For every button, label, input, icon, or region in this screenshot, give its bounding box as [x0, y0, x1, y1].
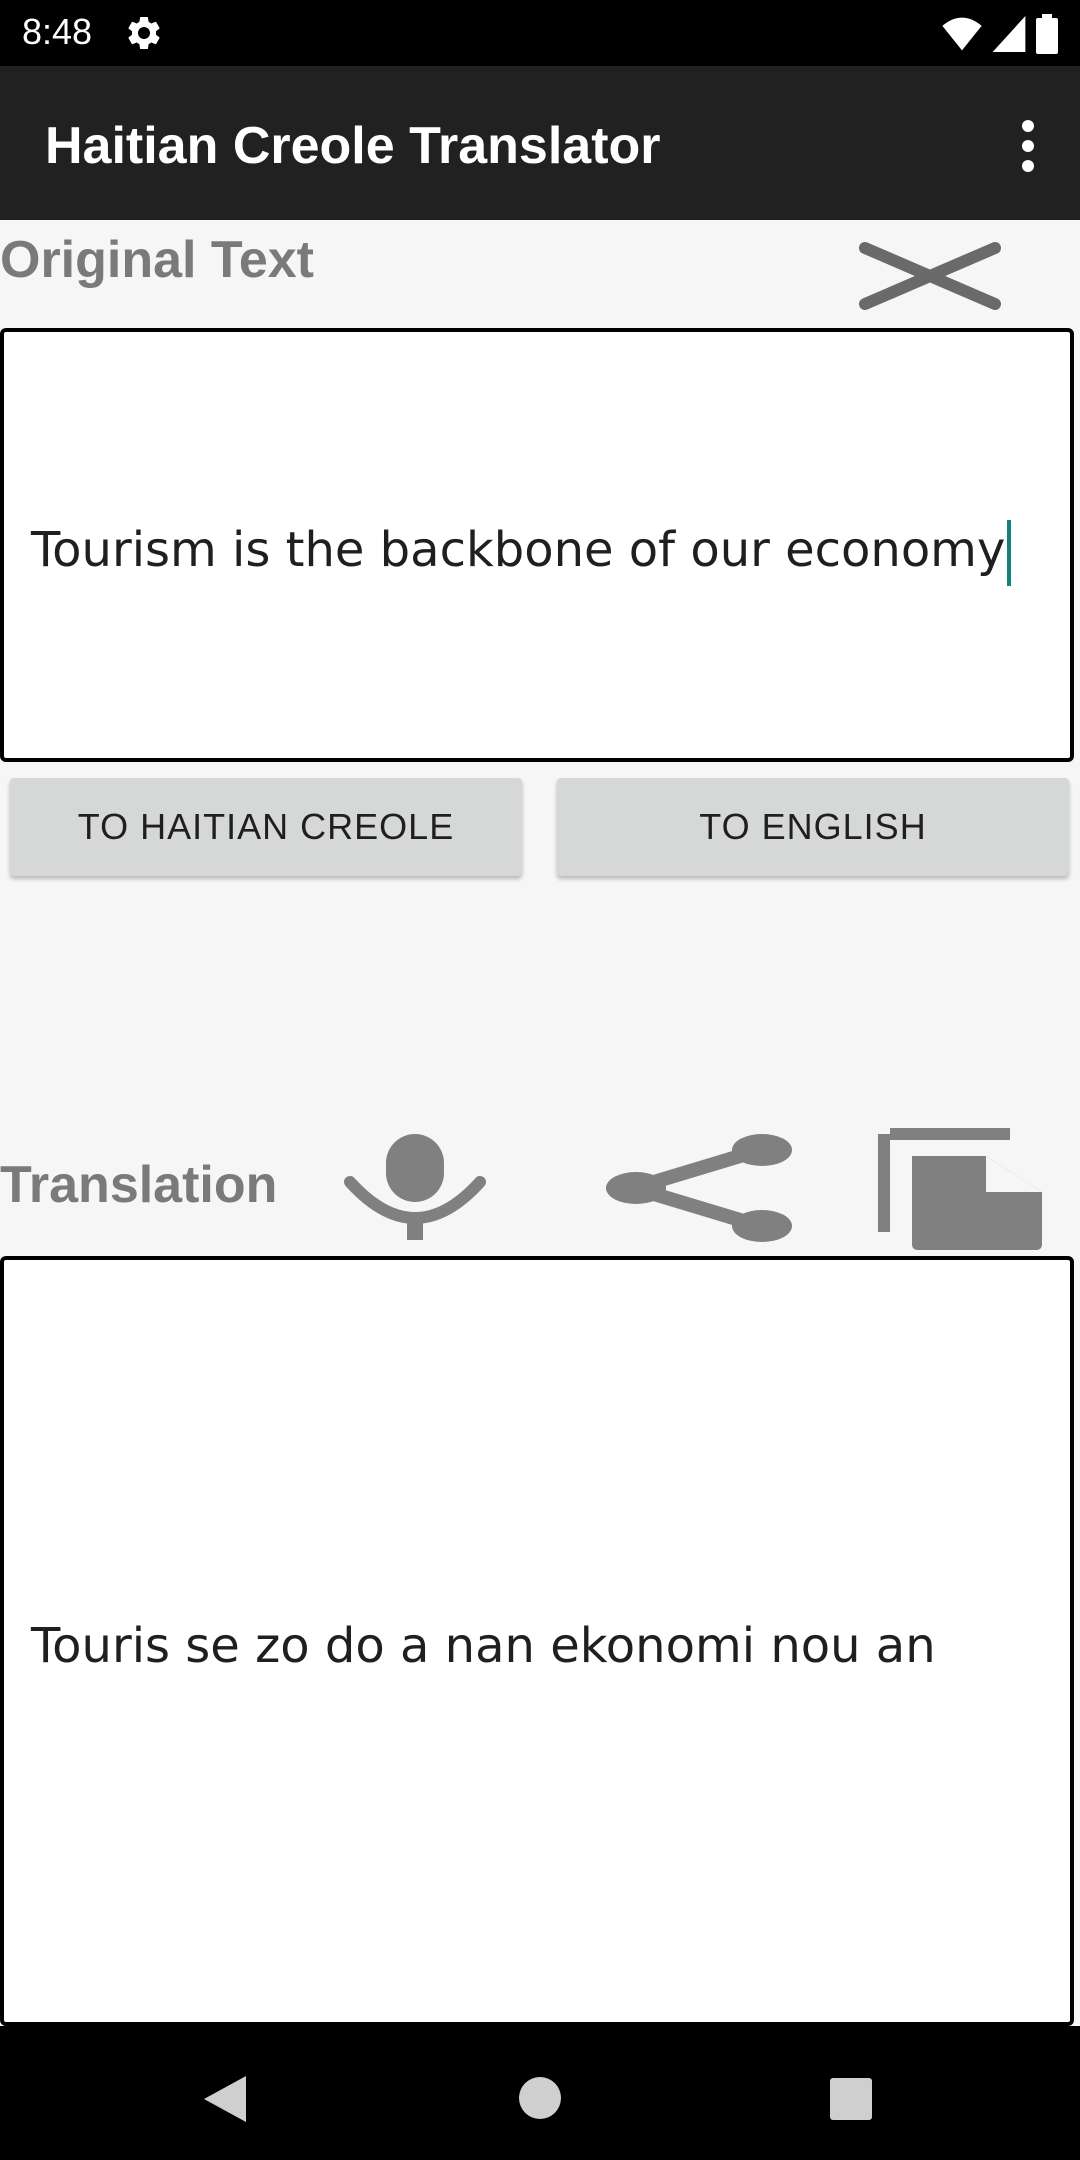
microphone-icon[interactable]: [344, 1134, 486, 1240]
home-icon[interactable]: [518, 2076, 562, 2120]
text-caret: [1007, 520, 1012, 586]
app-bar: Haitian Creole Translator: [0, 66, 1080, 220]
status-bar: 8:48: [0, 0, 1080, 66]
to-haitian-creole-button[interactable]: TO HAITIAN CREOLE: [10, 778, 522, 876]
recents-icon[interactable]: [830, 2078, 872, 2120]
original-text-input[interactable]: Tourism is the backbone of our economy: [0, 328, 1074, 762]
copy-icon[interactable]: [878, 1128, 1042, 1250]
settings-icon: [128, 16, 160, 49]
app-title: Haitian Creole Translator: [45, 117, 661, 175]
back-icon[interactable]: [204, 2076, 246, 2122]
more-vert-icon[interactable]: [1000, 116, 1056, 176]
signal-icon: [992, 16, 1026, 52]
status-icons: [942, 14, 1058, 54]
translation-label: Translation: [0, 1156, 278, 1214]
close-icon[interactable]: [855, 238, 1005, 314]
navigation-bar: [0, 2026, 1080, 2160]
translation-text: Touris se zo do a nan ekonomi nou an: [31, 1618, 936, 1674]
to-english-button[interactable]: TO ENGLISH: [557, 778, 1069, 876]
original-text-content: Tourism is the backbone of our economy: [31, 522, 1006, 578]
original-text-label: Original Text: [0, 231, 314, 289]
status-time: 8:48: [22, 11, 93, 52]
battery-icon: [1036, 14, 1058, 54]
wifi-icon: [942, 17, 982, 51]
original-text-value: Tourism is the backbone of our economy: [31, 520, 1012, 586]
translation-output[interactable]: Touris se zo do a nan ekonomi nou an: [0, 1256, 1074, 2026]
share-icon[interactable]: [606, 1134, 792, 1242]
